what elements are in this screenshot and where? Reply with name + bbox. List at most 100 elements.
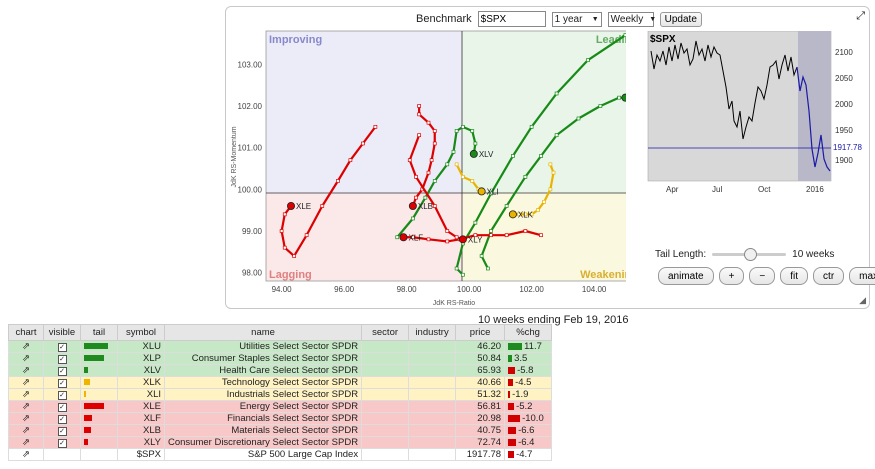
x-tick-label: 96.00 [334,285,355,294]
checkbox-checked-icon[interactable]: ✓ [57,379,67,388]
tail-color-bar [84,415,92,422]
update-button[interactable]: Update [659,11,702,27]
checkbox-checked-icon[interactable]: ✓ [57,391,67,400]
visible-checkbox[interactable] [43,448,81,461]
animate-button[interactable]: animate [658,267,714,285]
tail-point [504,204,509,208]
tail-swatch[interactable] [80,424,118,437]
visible-checkbox[interactable]: ✓ [43,400,81,413]
table-row[interactable]: ⇗ ✓ XLP Consumer Staples Select Sector SPDR… [8,352,553,365]
head-point-xlk[interactable] [508,210,517,219]
center-button[interactable]: ctr [813,267,845,285]
chart-link-icon[interactable]: ⇗ [8,424,44,437]
table-row[interactable]: ⇗ ✓ XLB Materials Select Sector SPDR 40.75 -6… [8,424,553,437]
tail-length-label: Tail Length: [655,248,707,260]
visible-checkbox[interactable]: ✓ [43,364,81,377]
chart-link-icon[interactable]: ⇗ [8,376,44,389]
table-row[interactable]: ⇗ ✓ XLU Utilities Select Sector SPDR 46.20 11… [8,340,553,353]
tail-swatch[interactable] [80,340,118,353]
rrg-panel: Benchmark 1 year▼ Weekly▼ Update ⤢ Impro… [225,6,875,309]
y-tick-label: 101.00 [238,144,263,153]
column-header-price[interactable]: price [455,324,506,341]
mini-last-value: 1917.78 [833,143,862,152]
sector-cell [361,340,410,353]
industry-cell [408,436,457,449]
fit-button[interactable]: fit [780,267,809,285]
resize-handle-icon[interactable]: ◢ [859,295,866,306]
industry-cell [408,352,457,365]
checkbox-checked-icon[interactable]: ✓ [57,403,67,412]
head-point-xly[interactable] [458,235,467,244]
zoom-in-button[interactable]: + [718,267,745,285]
visible-checkbox[interactable]: ✓ [43,352,81,365]
table-row[interactable]: ⇗ ✓ XLF Financials Select Sector SPDR 20.98 -… [8,412,553,425]
sector-cell [361,424,410,437]
visible-checkbox[interactable]: ✓ [43,388,81,401]
visible-checkbox[interactable]: ✓ [43,424,81,437]
pct-change-value: -5.2 [516,401,533,412]
visible-checkbox[interactable]: ✓ [43,412,81,425]
pct-change-bar [508,342,523,350]
head-point-xlf[interactable] [399,233,408,242]
tail-swatch[interactable] [80,412,118,425]
checkbox-checked-icon[interactable]: ✓ [57,415,67,424]
chart-link-icon[interactable]: ⇗ [8,388,44,401]
name-cell: Consumer Discretionary Select Sector SPD… [163,436,363,449]
column-header-name[interactable]: name [163,324,363,341]
chart-link-icon[interactable]: ⇗ [8,352,44,365]
tail-point [454,129,459,133]
visible-checkbox[interactable]: ✓ [43,376,81,389]
chart-link-icon[interactable]: ⇗ [8,412,44,425]
head-point-xli[interactable] [477,187,486,196]
expand-icon[interactable]: ⤢ [856,10,865,23]
head-point-xle[interactable] [287,201,296,210]
chart-link-icon[interactable]: ⇗ [8,364,44,377]
table-row[interactable]: ⇗ ✓ XLK Technology Select Sector SPDR 40.66-… [8,376,553,389]
column-header-tail[interactable]: tail [80,324,118,341]
max-button[interactable]: max [849,267,875,285]
table-row[interactable]: ⇗ ✓ XLE Energy Select Sector SPDR 56.81 -5.2 [8,400,553,413]
table-row[interactable]: ⇗ ✓ XLI Industrials Select Sector SPDR 51.32… [8,388,553,401]
checkbox-checked-icon[interactable]: ✓ [57,427,67,436]
symbol-cell: XLF [117,412,165,425]
tail-swatch[interactable] [80,448,118,461]
price-cell: 46.20 [455,340,506,353]
zoom-out-button[interactable]: − [749,267,776,285]
checkbox-checked-icon[interactable]: ✓ [57,343,67,352]
y-tick-label: 102.00 [238,102,263,111]
tail-swatch[interactable] [80,352,118,365]
head-point-xlp[interactable] [621,93,626,102]
tail-swatch[interactable] [80,376,118,389]
chart-link-icon[interactable]: ⇗ [8,400,44,413]
tail-point [361,141,365,146]
tail-swatch[interactable] [80,400,118,413]
column-header-sector[interactable]: sector [361,324,410,341]
table-row[interactable]: ⇗ ✓ XLV Health Care Select Sector SPDR 65.93… [8,364,553,377]
tail-swatch[interactable] [80,364,118,377]
column-header-chart[interactable]: chart [8,324,44,341]
tail-swatch[interactable] [80,388,118,401]
symbols-table: chart visible tail symbol name sector industry… [8,324,553,461]
table-row[interactable]: ⇗ ✓ XLY Consumer Discretionary Select Secto… [8,436,553,449]
chart-link-icon[interactable]: ⇗ [8,448,44,461]
column-header-symbol[interactable]: symbol [117,324,165,341]
head-point-xlb[interactable] [408,201,417,210]
chart-link-icon[interactable]: ⇗ [8,340,44,353]
tail-point [451,149,456,154]
slider-thumb[interactable] [744,247,758,261]
chart-link-icon[interactable]: ⇗ [8,436,44,449]
checkbox-checked-icon[interactable]: ✓ [57,367,67,376]
checkbox-checked-icon[interactable]: ✓ [57,439,67,448]
head-point-xlv[interactable] [469,149,478,158]
table-row[interactable]: ⇗ $SPX S&P 500 Large Cap Index 1917.78 -4.7 [8,448,553,461]
checkbox-checked-icon[interactable]: ✓ [57,355,67,364]
column-header-chg[interactable]: %chg [504,324,553,341]
name-cell: Health Care Select Sector SPDR [163,364,363,377]
tail-length-slider[interactable] [712,247,787,261]
visible-checkbox[interactable]: ✓ [43,436,81,449]
column-header-visible[interactable]: visible [43,324,81,341]
tail-point [454,235,459,240]
visible-checkbox[interactable]: ✓ [43,340,81,353]
tail-swatch[interactable] [80,436,118,449]
column-header-industry[interactable]: industry [408,324,457,341]
